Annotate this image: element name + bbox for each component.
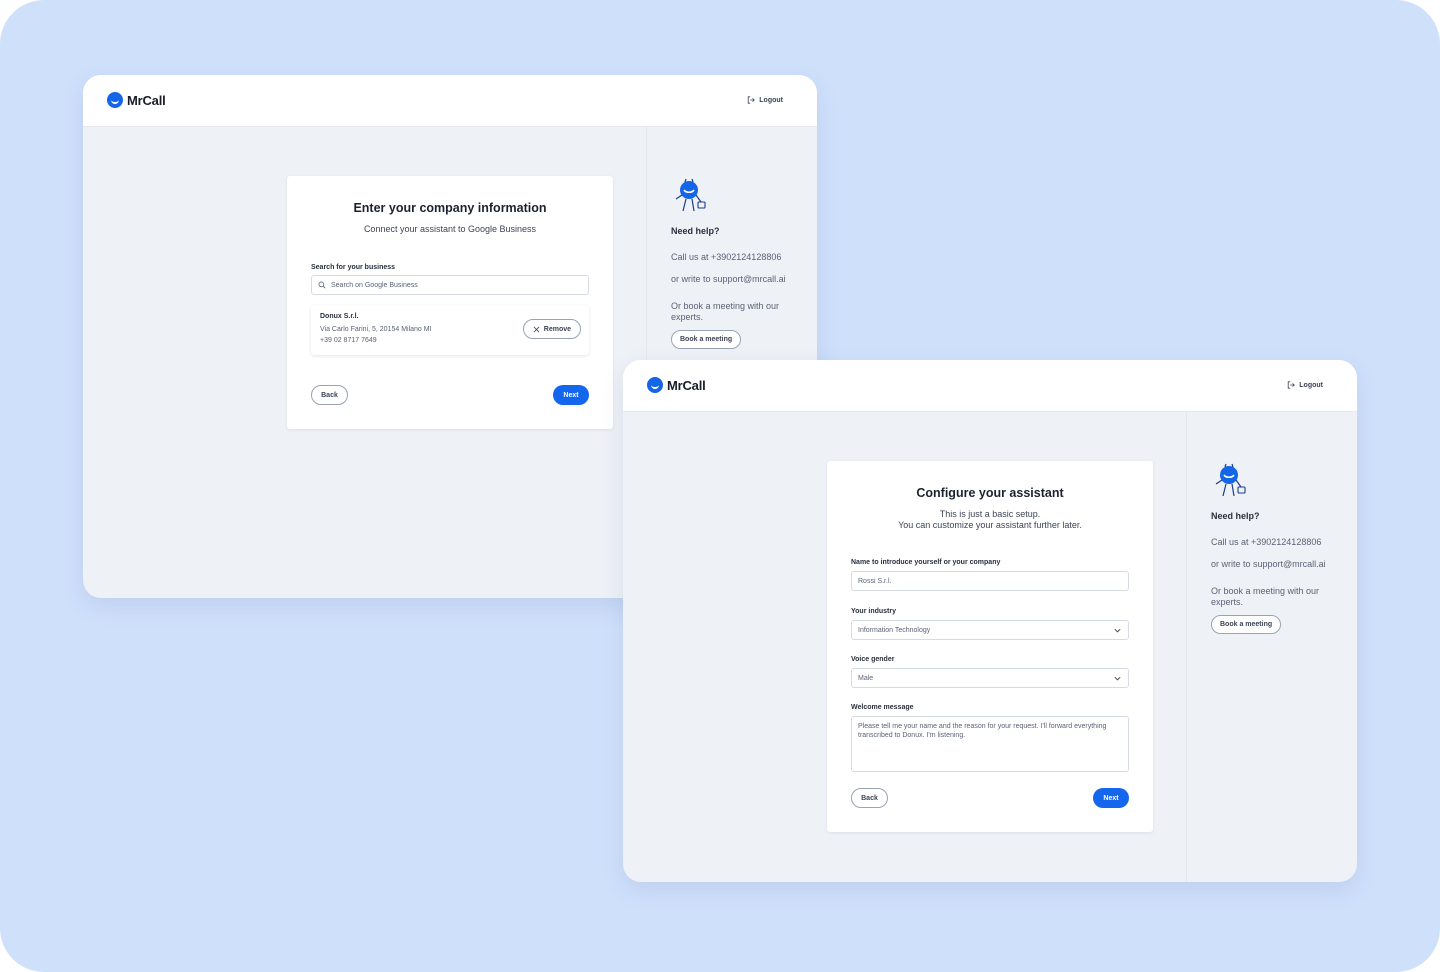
remove-label: Remove <box>543 325 571 333</box>
smile-logo-icon <box>107 92 123 108</box>
company-info-card: Enter your company information Connect y… <box>287 176 613 429</box>
page-subtitle-line2: You can customize your assistant further… <box>898 520 1082 530</box>
brand-name: MrCall <box>667 377 706 393</box>
brand-name: MrCall <box>127 92 166 108</box>
help-write-text: or write to support@mrcall.ai <box>1211 559 1326 569</box>
help-meeting-text: Or book a meeting with our experts. <box>671 301 780 322</box>
brand-logo[interactable]: MrCall <box>647 377 706 393</box>
book-meeting-button[interactable]: Book a meeting <box>671 330 742 349</box>
industry-value: Information Technology <box>858 626 931 634</box>
configure-assistant-card: Configure your assistant This is just a … <box>827 461 1153 832</box>
chevron-down-icon <box>1114 628 1121 633</box>
close-icon <box>533 326 540 332</box>
page-title: Enter your company information <box>353 201 547 215</box>
brand-logo[interactable]: MrCall <box>107 92 166 108</box>
help-write-text: or write to support@mrcall.ai <box>671 274 786 284</box>
logout-icon <box>1288 381 1296 389</box>
page-subtitle-line1: This is just a basic setup. <box>939 509 1041 519</box>
configure-assistant-window: MrCall Logout Configure your assistant T… <box>623 360 1357 882</box>
page-title: Configure your assistant <box>916 486 1064 500</box>
next-button[interactable]: Next <box>553 385 589 405</box>
chevron-down-icon <box>1114 676 1121 681</box>
logout-button[interactable]: Logout <box>1287 381 1323 389</box>
help-meeting-text: Or book a meeting with our experts. <box>1211 586 1320 607</box>
help-call-text: Call us at +3902124128806 <box>1211 537 1322 547</box>
logout-label: Logout <box>1299 381 1323 389</box>
smile-logo-icon <box>647 377 663 393</box>
book-meeting-button[interactable]: Book a meeting <box>1211 615 1282 634</box>
help-title: Need help? <box>1211 511 1260 521</box>
voice-gender-select[interactable]: Male <box>851 668 1129 688</box>
industry-label: Your industry <box>851 608 896 615</box>
search-label: Search for your business <box>311 264 396 271</box>
back-button[interactable]: Back <box>851 788 888 808</box>
company-name-input[interactable]: Rossi S.r.l. <box>851 571 1129 591</box>
logout-label: Logout <box>759 96 783 104</box>
welcome-message-label: Welcome message <box>851 704 914 711</box>
search-input[interactable]: Search on Google Business <box>311 275 589 295</box>
welcome-message-textarea[interactable]: Please tell me your name and the reason … <box>851 716 1129 772</box>
next-button[interactable]: Next <box>1093 788 1129 808</box>
top-bar: MrCall Logout <box>623 360 1357 412</box>
voice-gender-value: Male <box>858 674 874 682</box>
logout-button[interactable]: Logout <box>747 96 783 104</box>
business-address: Via Carlo Farini, 5, 20154 Milano MI <box>320 326 432 333</box>
company-name-label: Name to introduce yourself or your compa… <box>851 559 1001 566</box>
page-subtitle: Connect your assistant to Google Busines… <box>363 224 537 234</box>
business-name: Donux S.r.l. <box>320 313 359 320</box>
search-placeholder: Search on Google Business <box>331 281 418 289</box>
back-button[interactable]: Back <box>311 385 348 405</box>
mascot-illustration-icon <box>675 178 706 212</box>
mascot-illustration-icon <box>1215 463 1246 497</box>
business-phone: +39 02 8717 7649 <box>320 337 377 344</box>
help-title: Need help? <box>671 226 720 236</box>
search-icon <box>318 281 326 289</box>
voice-gender-label: Voice gender <box>851 656 895 663</box>
help-sidebar: Need help? Call us at +3902124128806 or … <box>1186 412 1357 882</box>
industry-select[interactable]: Information Technology <box>851 620 1129 640</box>
logout-icon <box>748 96 756 104</box>
remove-business-button[interactable]: Remove <box>522 319 581 339</box>
top-bar: MrCall Logout <box>83 75 817 127</box>
canvas-background: MrCall Logout Enter your company informa… <box>0 0 1440 972</box>
company-name-value: Rossi S.r.l. <box>858 577 892 585</box>
business-result-item[interactable]: Donux S.r.l. Via Carlo Farini, 5, 20154 … <box>311 305 589 355</box>
help-call-text: Call us at +3902124128806 <box>671 252 782 262</box>
